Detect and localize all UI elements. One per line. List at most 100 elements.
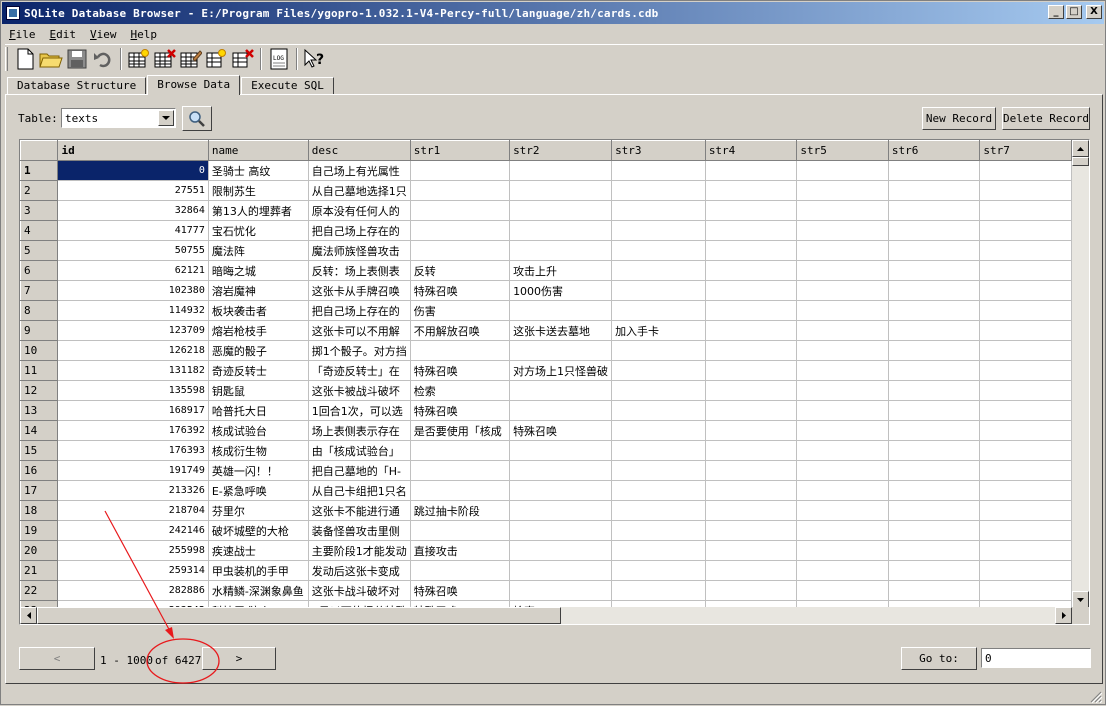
- column-header-name[interactable]: name: [207, 140, 309, 161]
- row-number[interactable]: 19: [20, 520, 59, 541]
- cell-str5[interactable]: [796, 580, 889, 601]
- cell-id[interactable]: 242146: [57, 520, 209, 541]
- menu-file[interactable]: File: [2, 28, 43, 41]
- scroll-down-icon[interactable]: [1072, 591, 1089, 608]
- cell-str5[interactable]: [796, 260, 889, 281]
- cell-str4[interactable]: [704, 280, 798, 301]
- cell-name[interactable]: 宝石忧化: [207, 220, 309, 241]
- cell-str3[interactable]: [611, 180, 706, 201]
- cell-str3[interactable]: [611, 520, 706, 541]
- cell-str7[interactable]: [979, 160, 1072, 181]
- cell-str6[interactable]: [887, 260, 981, 281]
- cell-str6[interactable]: [887, 240, 981, 261]
- table-row[interactable]: 16 191749 英雄一闪！！ 把自己墓地的「H-: [20, 460, 1072, 481]
- cell-str2[interactable]: 特殊召唤: [509, 420, 613, 441]
- cell-desc[interactable]: 「奇迹反转士」在: [307, 360, 411, 381]
- cell-str7[interactable]: [979, 420, 1072, 441]
- cell-str6[interactable]: [887, 560, 981, 581]
- cell-str4[interactable]: [704, 440, 798, 461]
- cell-name[interactable]: 第13人的埋葬者: [207, 200, 309, 221]
- cell-desc[interactable]: 从自己卡组把1只名: [307, 480, 411, 501]
- cell-str3[interactable]: [611, 500, 706, 521]
- cell-name[interactable]: 魔法阵: [207, 240, 309, 261]
- cell-name[interactable]: 限制苏生: [207, 180, 309, 201]
- cell-str7[interactable]: [979, 320, 1072, 341]
- cell-desc[interactable]: 把自己场上存在的: [307, 220, 411, 241]
- cell-id[interactable]: 32864: [57, 200, 209, 221]
- cell-str6[interactable]: [887, 520, 981, 541]
- horizontal-scroll-thumb[interactable]: [37, 607, 561, 624]
- cell-str5[interactable]: [796, 460, 889, 481]
- table-row[interactable]: 12 135598 钥匙鼠 这张卡被战斗破坏 检索: [20, 380, 1072, 401]
- cell-str5[interactable]: [796, 200, 889, 221]
- cell-str3[interactable]: [611, 560, 706, 581]
- cell-str2[interactable]: [509, 480, 613, 501]
- cell-str1[interactable]: [409, 340, 511, 361]
- cell-id[interactable]: 213326: [57, 480, 209, 501]
- cell-str6[interactable]: [887, 280, 981, 301]
- cell-str1[interactable]: [409, 480, 511, 501]
- undo-icon[interactable]: [90, 46, 116, 72]
- cell-str3[interactable]: [611, 220, 706, 241]
- cell-str2[interactable]: [509, 220, 613, 241]
- cell-id[interactable]: 191749: [57, 460, 209, 481]
- table-row[interactable]: 8 114932 板块袭击者 把自己场上存在的 伤害: [20, 300, 1072, 321]
- cell-name[interactable]: 奇迹反转士: [207, 360, 309, 381]
- cell-str3[interactable]: [611, 580, 706, 601]
- row-number[interactable]: 16: [20, 460, 59, 481]
- cell-str7[interactable]: [979, 520, 1072, 541]
- open-database-icon[interactable]: [38, 46, 64, 72]
- tab-browse-data[interactable]: Browse Data: [147, 75, 241, 95]
- row-number[interactable]: 9: [20, 320, 59, 341]
- cell-str3[interactable]: [611, 340, 706, 361]
- row-number[interactable]: 1: [20, 160, 59, 181]
- cell-desc[interactable]: 把自己场上存在的: [307, 300, 411, 321]
- cell-str1[interactable]: 特殊召唤: [409, 400, 511, 421]
- cell-str1[interactable]: [409, 200, 511, 221]
- cell-name[interactable]: 芬里尔: [207, 500, 309, 521]
- cell-str6[interactable]: [887, 220, 981, 241]
- cell-id[interactable]: 176393: [57, 440, 209, 461]
- cell-str4[interactable]: [704, 480, 798, 501]
- cell-desc[interactable]: 装备怪兽攻击里侧: [307, 520, 411, 541]
- cell-str1[interactable]: [409, 520, 511, 541]
- cell-str1[interactable]: 直接攻击: [409, 540, 511, 561]
- table-row[interactable]: 13 168917 哈普托大日 1回合1次，可以选 特殊召唤: [20, 400, 1072, 421]
- cell-desc[interactable]: 主要阶段1才能发动: [307, 540, 411, 561]
- column-header-str6[interactable]: str6: [887, 140, 981, 161]
- next-page-button[interactable]: >: [202, 647, 276, 670]
- create-index-icon[interactable]: [204, 46, 230, 72]
- column-header-str5[interactable]: str5: [796, 140, 889, 161]
- cell-id[interactable]: 102380: [57, 280, 209, 301]
- cell-str4[interactable]: [704, 260, 798, 281]
- close-button[interactable]: X: [1086, 5, 1102, 19]
- cell-str7[interactable]: [979, 380, 1072, 401]
- cell-str3[interactable]: [611, 300, 706, 321]
- delete-table-icon[interactable]: [152, 46, 178, 72]
- row-number[interactable]: 6: [20, 260, 59, 281]
- cell-str1[interactable]: 检索: [409, 380, 511, 401]
- cell-str4[interactable]: [704, 300, 798, 321]
- cell-id[interactable]: 126218: [57, 340, 209, 361]
- menu-help[interactable]: Help: [124, 28, 165, 41]
- title-bar[interactable]: SQLite Database Browser - E:/Program Fil…: [2, 2, 1104, 24]
- cell-name[interactable]: 暗晦之城: [207, 260, 309, 281]
- column-header-id[interactable]: id: [57, 140, 209, 161]
- cell-str7[interactable]: [979, 360, 1072, 381]
- cell-str4[interactable]: [704, 320, 798, 341]
- cell-id[interactable]: 123709: [57, 320, 209, 341]
- maximize-button[interactable]: □: [1066, 5, 1082, 19]
- cell-str2[interactable]: [509, 540, 613, 561]
- cell-str7[interactable]: [979, 220, 1072, 241]
- cell-desc[interactable]: 把自己墓地的「H-: [307, 460, 411, 481]
- cell-str5[interactable]: [796, 240, 889, 261]
- cell-str5[interactable]: [796, 540, 889, 561]
- create-table-icon[interactable]: [126, 46, 152, 72]
- cell-desc[interactable]: 发动后这张卡变成: [307, 560, 411, 581]
- cell-desc[interactable]: 这张卡不能进行通: [307, 500, 411, 521]
- cell-str4[interactable]: [704, 180, 798, 201]
- cell-str3[interactable]: [611, 240, 706, 261]
- cell-name[interactable]: 恶魔的骰子: [207, 340, 309, 361]
- cell-str6[interactable]: [887, 160, 981, 181]
- cell-str6[interactable]: [887, 440, 981, 461]
